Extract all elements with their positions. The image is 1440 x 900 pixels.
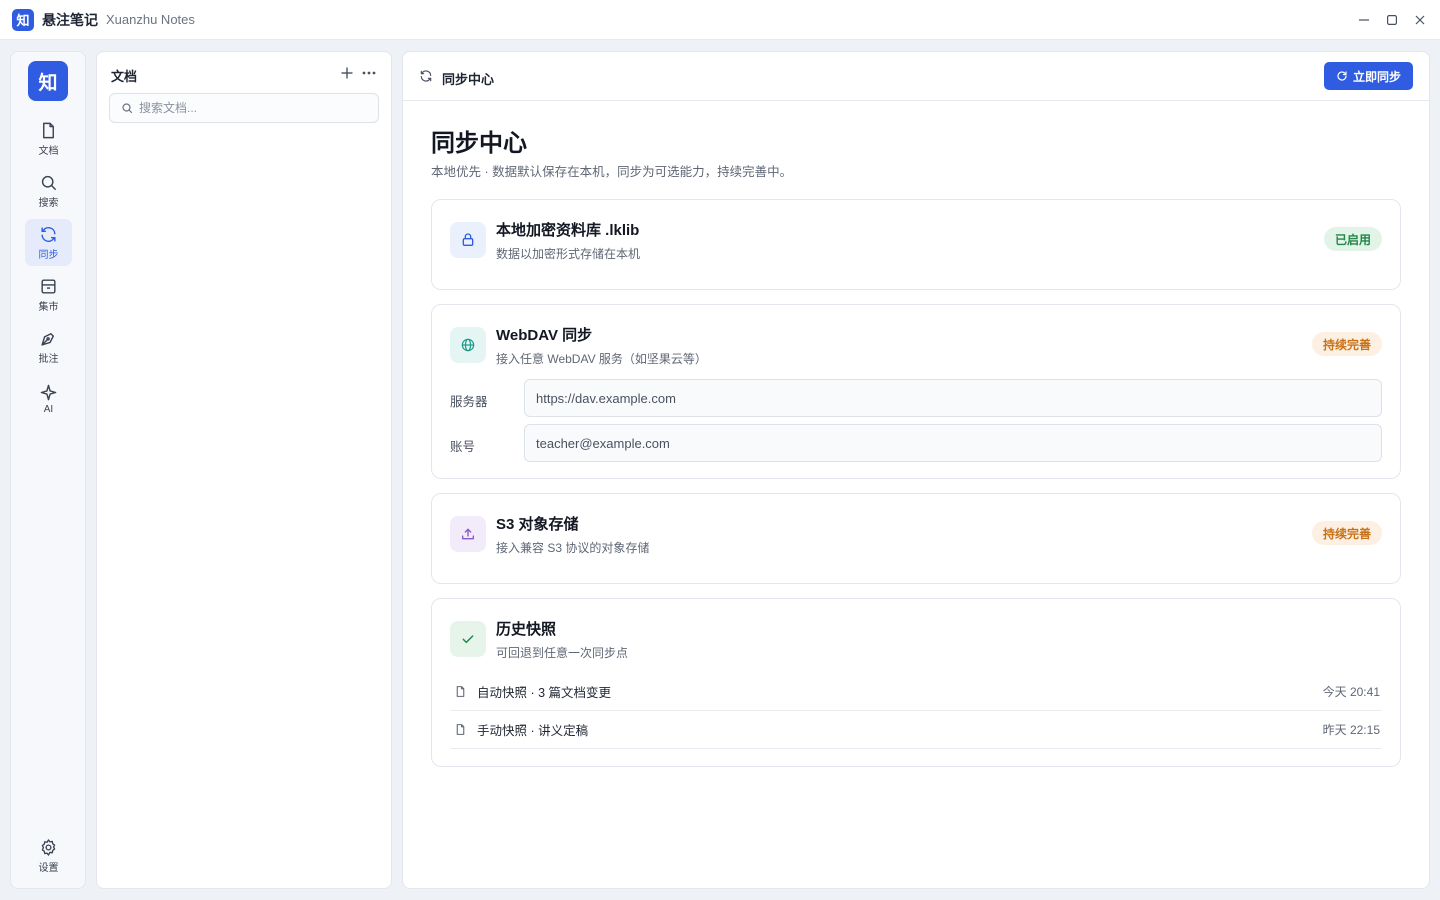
status-badge: 持续完善 [1311, 332, 1382, 356]
rail-label: 设置 [38, 862, 59, 874]
snapshot-text: 自动快照 · 3 篇文档变更 [477, 686, 612, 700]
app-subtitle: Xuanzhu Notes [106, 12, 195, 27]
file-icon [43, 122, 54, 138]
card-desc: 可回退到任意一次同步点 [496, 646, 629, 660]
rail-item-settings[interactable]: 设置 [25, 832, 72, 879]
docs-title: 文档 [111, 69, 138, 84]
rail-item-search[interactable]: 搜索 [25, 167, 72, 214]
title-bar: 知 悬注笔记 Xuanzhu Notes [0, 0, 1440, 40]
search-icon [122, 103, 133, 114]
rail-item-annotate[interactable]: 批注 [25, 323, 72, 370]
account-label: 账号 [450, 440, 476, 454]
rail-logo: 知 [28, 61, 68, 101]
app-name: 悬注笔记 [42, 11, 98, 28]
snapshot-text: 手动快照 · 讲义定稿 [477, 724, 589, 738]
file-icon [456, 686, 465, 697]
rail-label: 搜索 [38, 197, 59, 209]
close-icon[interactable] [1406, 0, 1434, 40]
plus-icon [341, 67, 353, 79]
minimize-icon[interactable] [1350, 0, 1378, 40]
status-badge: 已启用 [1323, 227, 1382, 251]
rail-label: 同步 [38, 249, 59, 261]
add-doc-button[interactable] [338, 63, 356, 83]
card-desc: 接入兼容 S3 协议的对象存储 [496, 541, 650, 555]
docs-search-input[interactable] [139, 101, 359, 115]
docs-search-box [109, 93, 379, 123]
lock-icon [450, 222, 486, 258]
rail-label: 批注 [38, 353, 59, 365]
sync-icon [41, 226, 56, 242]
main-header: 同步中心 立即同步 [403, 52, 1429, 101]
upload-icon [450, 516, 486, 552]
file-icon [456, 724, 465, 735]
search-icon [41, 175, 56, 190]
sync-center-panel: 同步中心 立即同步 同步中心 本地优先 · 数据默认保存在本机，同步为可选能力，… [402, 51, 1430, 889]
page-subtitle: 本地优先 · 数据默认保存在本机，同步为可选能力，持续完善中。 [431, 165, 793, 179]
account-field[interactable]: teacher@example.com [524, 424, 1382, 462]
gear-icon [41, 838, 56, 856]
rail-item-docs[interactable]: 文档 [25, 115, 72, 162]
server-field[interactable]: https://dav.example.com [524, 379, 1382, 417]
rail-label: 文档 [38, 145, 59, 157]
snapshot-row[interactable]: 手动快照 · 讲义定稿 昨天 22:15 [450, 711, 1382, 749]
rail-item-market[interactable]: 集市 [25, 271, 72, 318]
page-title: 同步中心 [431, 130, 527, 157]
card-desc: 数据以加密形式存储在本机 [496, 247, 641, 261]
server-label: 服务器 [450, 395, 488, 409]
s3-card: S3 对象存储 接入兼容 S3 协议的对象存储 持续完善 [431, 493, 1401, 584]
card-desc: 接入任意 WebDAV 服务（如坚果云等） [496, 352, 707, 366]
sync-icon [420, 70, 432, 82]
more-icon [362, 71, 376, 75]
local-vault-card: 本地加密资料库 .lklib 数据以加密形式存储在本机 已启用 [431, 199, 1401, 290]
rail-label: AI [43, 403, 54, 415]
rail-item-ai[interactable]: AI [25, 375, 72, 422]
webdav-card: WebDAV 同步 接入任意 WebDAV 服务（如坚果云等） 持续完善 服务器… [431, 304, 1401, 479]
maximize-icon[interactable] [1378, 0, 1406, 40]
sparkle-icon [40, 384, 57, 400]
docs-panel: 文档 [96, 51, 392, 889]
header-title: 同步中心 [442, 72, 495, 87]
pen-icon [41, 332, 54, 346]
sync-now-button[interactable]: 立即同步 [1324, 62, 1413, 90]
refresh-icon [1337, 71, 1347, 81]
snapshot-time: 今天 20:41 [1322, 685, 1380, 699]
status-badge: 持续完善 [1311, 521, 1382, 545]
snapshot-row[interactable]: 自动快照 · 3 篇文档变更 今天 20:41 [450, 673, 1382, 711]
history-card: 历史快照 可回退到任意一次同步点 自动快照 · 3 篇文档变更 今天 20:41… [431, 598, 1401, 767]
window-controls [1350, 0, 1440, 40]
more-options-button[interactable] [359, 63, 379, 83]
card-title: S3 对象存储 [496, 516, 579, 533]
snapshot-time: 昨天 22:15 [1322, 723, 1380, 737]
card-title: 历史快照 [496, 621, 557, 638]
card-title: WebDAV 同步 [496, 327, 593, 344]
market-icon [41, 278, 56, 294]
card-title: 本地加密资料库 .lklib [496, 222, 640, 239]
app-logo: 知 [12, 8, 34, 31]
rail-label: 集市 [38, 301, 59, 313]
rail-item-sync[interactable]: 同步 [25, 219, 72, 266]
sync-now-label: 立即同步 [1352, 69, 1401, 84]
nav-rail: 知 文档 搜索 同步 集市 批注 AI 设置 [10, 51, 86, 889]
globe-icon [450, 327, 486, 363]
check-icon [450, 621, 486, 657]
